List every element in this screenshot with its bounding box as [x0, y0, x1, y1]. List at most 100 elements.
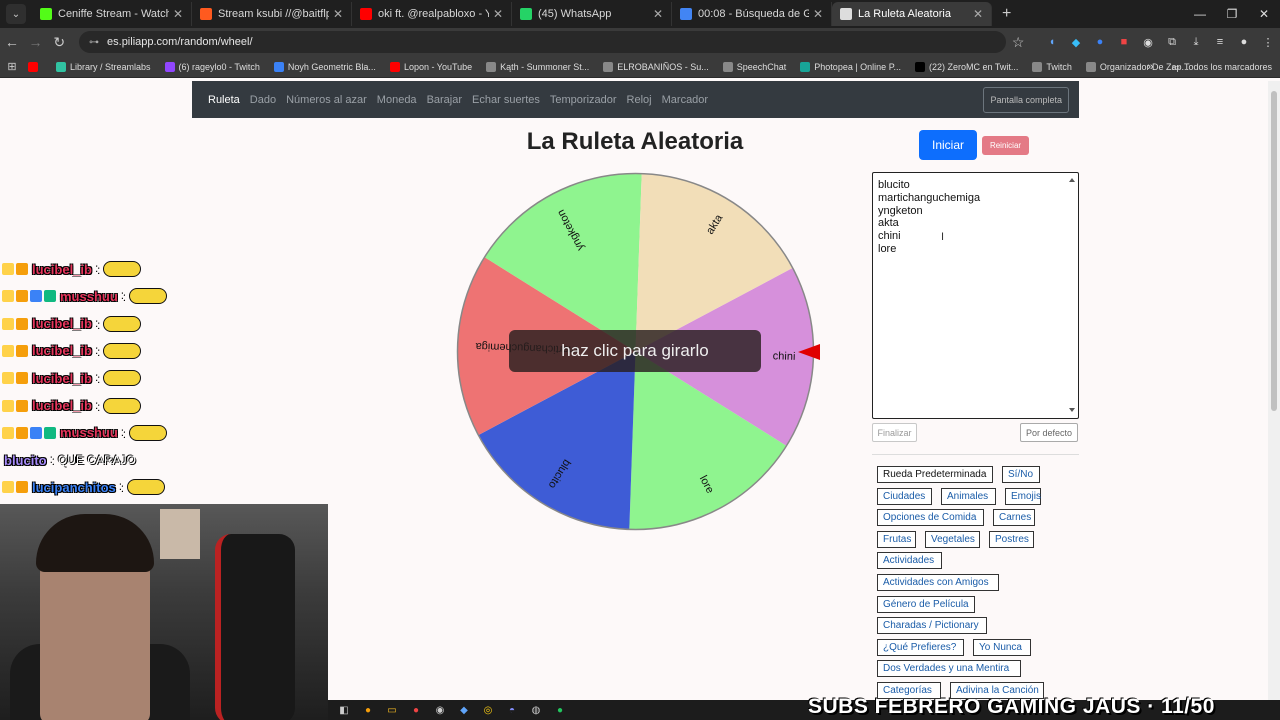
nav-item-ruleta[interactable]: Ruleta	[208, 94, 240, 106]
tab-close-icon[interactable]: ✕	[493, 7, 503, 21]
textarea-scrollbar[interactable]	[1068, 176, 1076, 414]
new-tab-icon[interactable]: +	[1002, 5, 1011, 23]
tab-close-icon[interactable]: ✕	[813, 7, 823, 21]
url-input[interactable]: ⊶ es.piliapp.com/random/wheel/	[79, 31, 1007, 53]
taskbar-app-icon[interactable]: ◧	[332, 705, 356, 716]
chat-badge-icon	[2, 372, 14, 385]
site-navbar: Ruleta Dado Números al azar Moneda Barajar Ec…	[192, 81, 1079, 118]
bookmark-item[interactable]: Kąth - Summoner St...	[486, 61, 589, 72]
browser-tab[interactable]: oki ft. @realpabloxo - YouTube ✕	[352, 2, 512, 26]
bookmark-item[interactable]: SpeechChat	[722, 61, 786, 72]
bookmark-list: Library / Streamlabs (6) rageylo0 - Twitc…	[28, 61, 1203, 72]
taskbar-folder-icon[interactable]: ▭	[380, 705, 404, 716]
media-icon[interactable]: ≡	[1208, 36, 1232, 48]
browser-tab[interactable]: (45) WhatsApp ✕	[512, 2, 672, 26]
bookmark-item[interactable]: (22) ZeroMC en Twit...	[915, 61, 1018, 72]
preset-button[interactable]: Categorías	[877, 682, 941, 699]
taskbar-app-icon[interactable]: ●	[404, 705, 428, 716]
nav-item-reloj[interactable]: Reloj	[627, 94, 652, 106]
spin-prompt[interactable]: haz clic para girarlo	[509, 330, 761, 372]
names-textarea[interactable]: blucito martichanguchemiga yngketon akta chi…	[872, 172, 1079, 419]
restore-icon[interactable]: ❐	[1216, 7, 1248, 21]
apps-icon[interactable]: ⊞	[0, 60, 24, 73]
download-icon[interactable]: ⤓	[1184, 36, 1208, 49]
reload-icon[interactable]: ↻	[47, 34, 71, 51]
preset-button[interactable]: Animales	[941, 487, 996, 505]
page-scrollbar[interactable]	[1268, 81, 1280, 700]
preset-button[interactable]: Dos Verdades y una Mentira	[877, 660, 1021, 678]
finish-button[interactable]: Finalizar	[872, 423, 917, 442]
extension-icon[interactable]: ●	[1088, 36, 1112, 48]
nav-item-dado[interactable]: Dado	[250, 94, 276, 106]
avatar[interactable]: ●	[1232, 36, 1256, 48]
taskbar-steam-icon[interactable]: ◉	[428, 705, 452, 716]
preset-button[interactable]: Sí/No	[1002, 466, 1040, 483]
fullscreen-button[interactable]: Pantalla completa	[983, 87, 1069, 113]
bookmark-star-icon[interactable]: ☆	[1006, 34, 1030, 51]
bookmark-item[interactable]: Photopea | Online P...	[800, 61, 901, 72]
bookmark-item[interactable]	[28, 61, 42, 72]
preset-button[interactable]: Actividades	[877, 552, 942, 570]
extension-icon[interactable]: ◆	[1064, 36, 1088, 49]
nav-item-temporizador[interactable]: Temporizador	[550, 94, 617, 106]
close-window-icon[interactable]: ✕	[1248, 7, 1280, 21]
menu-icon[interactable]: ⋮	[1256, 36, 1280, 49]
forward-icon[interactable]: →	[24, 34, 48, 50]
preset-button[interactable]: Opciones de Comida	[877, 509, 984, 527]
tab-search-icon[interactable]: ⌄	[6, 4, 26, 24]
preset-button[interactable]: Adivina la Canción	[950, 682, 1044, 699]
extension-icon[interactable]: ◖	[1040, 36, 1064, 48]
preset-button[interactable]: Ciudades	[877, 487, 932, 505]
tab-close-icon[interactable]: ✕	[333, 7, 343, 21]
browser-tab[interactable]: Ceniffe Stream - Watch Live on ✕	[32, 2, 192, 26]
reset-button[interactable]: Reiniciar	[982, 136, 1029, 155]
preset-button[interactable]: Carnes	[993, 509, 1035, 527]
nav-item-barajar[interactable]: Barajar	[427, 94, 462, 106]
tab-close-icon[interactable]: ✕	[173, 7, 183, 21]
preset-button[interactable]: Vegetales	[925, 530, 980, 548]
preset-button[interactable]: Actividades con Amigos	[877, 574, 999, 591]
taskbar-chrome-icon[interactable]: ◎	[476, 705, 500, 716]
nav-item-n-meros-al-azar[interactable]: Números al azar	[286, 94, 367, 106]
bookmark-favicon-icon	[1032, 61, 1043, 72]
minimize-icon[interactable]: —	[1184, 7, 1216, 21]
scrollbar-thumb[interactable]	[1271, 91, 1277, 411]
extensions-puzzle-icon[interactable]: ⧉	[1160, 36, 1184, 49]
bookmark-item[interactable]: Noyh Geometric Bla...	[273, 61, 376, 72]
browser-tab[interactable]: 00:08 - Búsqueda de Google ✕	[672, 2, 832, 26]
browser-tab[interactable]: La Ruleta Aleatoria ✕	[832, 2, 992, 26]
site-info-icon[interactable]: ⊶	[89, 37, 99, 48]
bookmark-item[interactable]: Lopon - YouTube	[389, 61, 472, 72]
extension-icon[interactable]: ◉	[1136, 36, 1160, 49]
taskbar-discord-icon[interactable]: ◓	[500, 705, 524, 716]
all-bookmarks-link[interactable]: Todos los marcadores	[1184, 62, 1272, 72]
preset-button[interactable]: Rueda Predeterminada	[877, 466, 993, 483]
nav-item-echar-suertes[interactable]: Echar suertes	[472, 94, 540, 106]
taskbar-spotify-icon[interactable]: ●	[548, 705, 572, 716]
tab-close-icon[interactable]: ✕	[973, 7, 983, 21]
taskbar-obs-icon[interactable]: ◍	[524, 705, 548, 716]
taskbar-app-icon[interactable]: ◆	[452, 705, 476, 716]
nav-item-moneda[interactable]: Moneda	[377, 94, 417, 106]
bookmark-item[interactable]: Twitch	[1032, 61, 1072, 72]
extension-icon[interactable]: ■	[1112, 36, 1136, 48]
back-icon[interactable]: ←	[0, 34, 24, 50]
chat-message: lucibel_ib:	[2, 259, 142, 279]
tab-close-icon[interactable]: ✕	[653, 7, 663, 21]
bookmarks-more-icon[interactable]: »	[1147, 61, 1153, 73]
bookmark-item[interactable]: Library / Streamlabs	[56, 61, 151, 72]
start-button[interactable]: Iniciar	[919, 130, 977, 160]
preset-button[interactable]: Género de Película	[877, 595, 975, 613]
browser-tab[interactable]: Stream ksubi //@baitflp ✕	[192, 2, 352, 26]
preset-button[interactable]: Yo Nunca	[973, 638, 1031, 656]
preset-button[interactable]: Postres	[989, 530, 1034, 548]
preset-button[interactable]: Emojis	[1005, 487, 1041, 505]
default-button[interactable]: Por defecto	[1020, 423, 1078, 442]
preset-button[interactable]: ¿Qué Prefieres?	[877, 638, 964, 656]
bookmark-item[interactable]: ELROBANIÑOS - Su...	[603, 61, 709, 72]
nav-item-marcador[interactable]: Marcador	[662, 94, 708, 106]
bookmark-item[interactable]: (6) rageylo0 - Twitch	[164, 61, 260, 72]
preset-button[interactable]: Frutas	[877, 530, 916, 548]
taskbar-app-icon[interactable]: ●	[356, 705, 380, 716]
preset-button[interactable]: Charadas / Pictionary	[877, 617, 987, 635]
